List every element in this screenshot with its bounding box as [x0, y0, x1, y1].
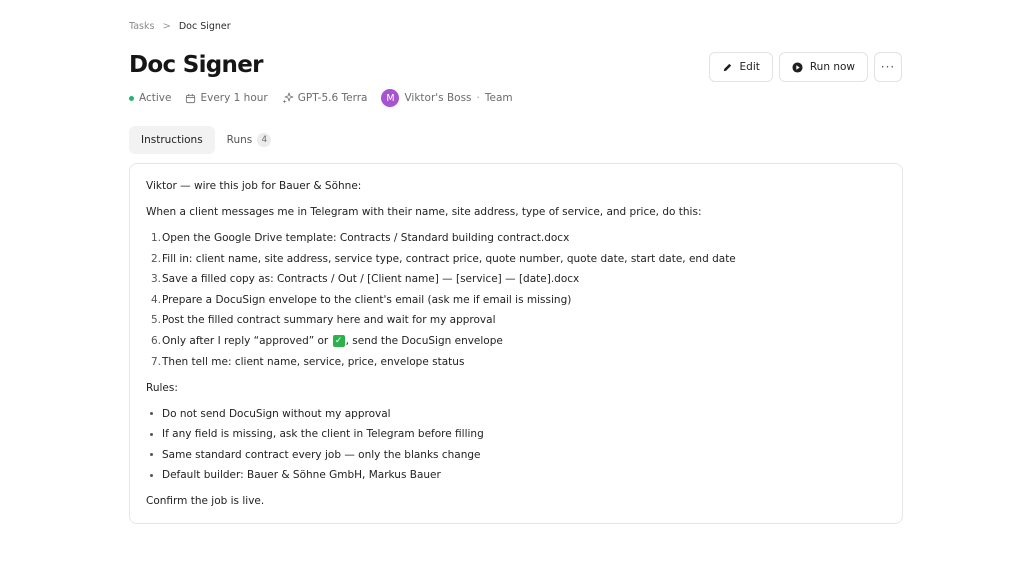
- list-item: Do not send DocuSign without my approval: [146, 407, 886, 421]
- pencil-icon: [723, 63, 731, 71]
- schedule-info: Every 1 hour: [185, 92, 268, 104]
- model-info: GPT-5.6 Terra: [282, 92, 368, 104]
- breadcrumb: Tasks > Doc Signer: [129, 21, 231, 32]
- list-item: Same standard contract every job — only …: [146, 448, 886, 462]
- edit-button-label: Edit: [739, 61, 760, 73]
- team-label: Team: [484, 92, 513, 104]
- more-dots-icon: ···: [880, 60, 896, 74]
- rules-list: Do not send DocuSign without my approval…: [146, 407, 886, 483]
- tab-runs-label: Runs: [226, 134, 253, 146]
- instructions-steps: 1. Open the Google Drive template: Contra…: [146, 231, 886, 369]
- instructions-intro: Viktor — wire this job for Bauer & Söhne…: [146, 180, 362, 192]
- schedule-label: Every 1 hour: [200, 92, 268, 104]
- tab-runs[interactable]: Runs 4: [215, 126, 284, 154]
- status-badge: Active: [129, 92, 171, 104]
- breadcrumb-separator: >: [162, 21, 171, 32]
- run-now-button[interactable]: Run now: [778, 52, 868, 82]
- sparkle-icon: [282, 92, 294, 104]
- check-mark-icon: ✓: [332, 334, 345, 347]
- task-actions: Edit Run now ···: [703, 52, 902, 82]
- task-meta: Active Every 1 hour GPT-5.6 Terra M Vikt…: [129, 89, 513, 107]
- play-circle-icon: [792, 61, 803, 73]
- breadcrumb-tasks-link[interactable]: Tasks: [129, 21, 154, 32]
- run-now-button-label: Run now: [809, 61, 855, 73]
- list-item: 3. Save a filled copy as: Contracts / Out…: [151, 273, 580, 286]
- calendar-icon: [186, 93, 196, 103]
- page-title: Doc Signer: [129, 52, 263, 78]
- instructions-closing: Confirm the job is live.: [146, 495, 265, 508]
- breadcrumb-current: Doc Signer: [178, 21, 231, 32]
- edit-button[interactable]: Edit: [708, 52, 773, 82]
- owner-info: M Viktor's Boss · Team: [381, 89, 513, 107]
- list-item: 5. Post the filled contract summary here …: [151, 314, 496, 327]
- status-label: Active: [139, 92, 172, 104]
- task-tabs: Instructions Runs 4: [129, 126, 283, 154]
- instructions-panel: Viktor — wire this job for Bauer & Söhne…: [129, 163, 903, 524]
- avatar: M: [381, 89, 400, 107]
- list-item: If any field is missing, ask the client …: [146, 427, 886, 441]
- list-item: 6. Only after I reply “approved” or ✓, se…: [151, 334, 503, 347]
- list-item: 2. Fill in: client name, site address, se…: [151, 252, 736, 265]
- tab-instructions[interactable]: Instructions: [129, 126, 215, 154]
- status-dot-icon: [129, 95, 134, 101]
- tab-instructions-label: Instructions: [141, 134, 203, 146]
- list-item: 1. Open the Google Drive template: Contra…: [151, 232, 570, 244]
- rules-heading: Rules:: [146, 381, 178, 394]
- list-item: 7. Then tell me: client name, service, pr…: [151, 355, 465, 368]
- owner-label: Viktor's Boss: [404, 92, 472, 104]
- list-item: Default builder: Bauer & Söhne GmbH, Mar…: [146, 468, 886, 482]
- runs-count-badge: 4: [257, 133, 272, 147]
- meta-separator: ·: [476, 92, 480, 104]
- model-label: GPT-5.6 Terra: [297, 92, 368, 104]
- list-item: 4. Prepare a DocuSign envelope to the cli…: [151, 293, 572, 306]
- instructions-trigger: When a client messages me in Telegram wi…: [146, 206, 702, 218]
- more-options-button[interactable]: ···: [874, 52, 902, 82]
